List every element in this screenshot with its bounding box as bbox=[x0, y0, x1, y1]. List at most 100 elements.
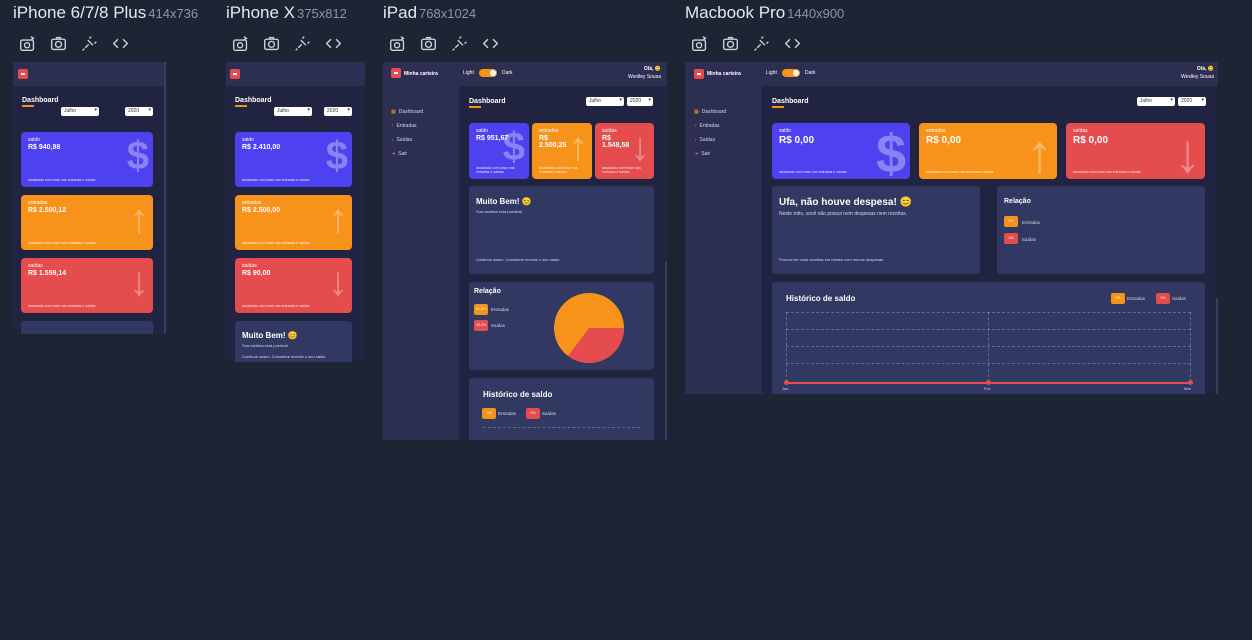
saidas-legend: Saídas bbox=[1022, 237, 1037, 242]
device-toolbar bbox=[231, 34, 342, 52]
card-label: saldo bbox=[242, 137, 254, 143]
card-label: entradas bbox=[539, 128, 559, 134]
x-tick-label: Jan bbox=[782, 386, 789, 391]
menu-saidas[interactable]: ↓ Saídas bbox=[391, 137, 412, 143]
x-tick-label: Mar bbox=[1184, 386, 1191, 391]
sidebar: Minha carteira ▦ Dashboard ↑ Entradas ↓ Saí… bbox=[685, 62, 762, 394]
user-name: Weslley Sousa bbox=[628, 74, 661, 80]
message-foot: Procure ter mais receitas em meses com m… bbox=[779, 257, 885, 262]
header: Light Dark Olá, 😊 Weslley Sousa bbox=[762, 62, 1218, 86]
saidas-legend: Saídas bbox=[1172, 296, 1187, 301]
scrollbar[interactable] bbox=[1216, 298, 1218, 394]
menu-sair[interactable]: ⇥ Sair bbox=[391, 151, 407, 157]
message-subtitle: Sua carteira está positiva! bbox=[476, 209, 523, 214]
code-icon[interactable] bbox=[324, 34, 342, 52]
entradas-swatch: 0% bbox=[482, 408, 496, 419]
x-tick-label: Fev bbox=[984, 386, 991, 391]
camera-icon[interactable] bbox=[49, 34, 67, 52]
arrow-up-icon: ↑ bbox=[1026, 124, 1053, 179]
plug-icon[interactable] bbox=[450, 34, 468, 52]
card-label: entradas bbox=[28, 200, 48, 206]
card-value: R$ 90,00 bbox=[242, 270, 271, 277]
historico-panel: Histórico de saldo 0% Entradas 0% Saídas… bbox=[772, 282, 1205, 394]
card-value: R$ 0,00 bbox=[926, 135, 962, 146]
menu-entradas[interactable]: ↑ Entradas bbox=[694, 123, 720, 129]
message-foot: Continue assim. Considere investir o seu… bbox=[242, 354, 327, 359]
rotate-camera-icon[interactable] bbox=[231, 34, 249, 52]
device-toolbar bbox=[18, 34, 129, 52]
message-title: Muito Bem! 😊 bbox=[242, 331, 298, 340]
year-select[interactable]: 2020 bbox=[1178, 97, 1206, 106]
card-foot: atualizado com base nas entradas e saída… bbox=[926, 170, 994, 174]
grid-line bbox=[1190, 312, 1191, 382]
menu-saidas[interactable]: ↓ Saídas bbox=[694, 137, 715, 143]
theme-light-label: Light bbox=[766, 70, 777, 76]
scrollbar[interactable] bbox=[164, 62, 166, 334]
theme-dark-label: Dark bbox=[502, 70, 513, 76]
camera-icon[interactable] bbox=[262, 34, 280, 52]
saidas-legend: Saídas bbox=[542, 411, 557, 416]
year-select[interactable]: 2020 bbox=[125, 107, 153, 116]
message-subtitle: Neste mês, você não possui nem despesas … bbox=[779, 211, 908, 217]
rotate-camera-icon[interactable] bbox=[18, 34, 36, 52]
page-title: Dashboard bbox=[469, 98, 506, 108]
message-foot: Continue assim. Considere investir o seu… bbox=[476, 257, 561, 262]
card-value: R$ 2.410,00 bbox=[242, 144, 281, 151]
card-foot: atualizado com base nas entradas e saída… bbox=[28, 304, 96, 308]
logo-icon bbox=[391, 68, 401, 78]
card-saidas: saídas R$ 90,00 atualizado com base nas … bbox=[235, 258, 352, 313]
month-select[interactable]: Julho bbox=[61, 107, 99, 116]
card-value: R$ 2.500,12 bbox=[28, 207, 67, 214]
saidas-swatch: 38.2% bbox=[474, 320, 488, 331]
menu-sair[interactable]: ⇥ Sair bbox=[694, 151, 710, 157]
card-saidas: saídas R$ 1.559,14 atualizado com base n… bbox=[21, 258, 153, 313]
card-entradas: entradas R$ 2.500,00 atualizado com base… bbox=[235, 195, 352, 250]
relacao-panel: Relação 0% Entradas 0% Saídas bbox=[997, 186, 1205, 274]
logo-text: Minha carteira bbox=[404, 71, 438, 77]
card-label: saídas bbox=[242, 263, 257, 269]
scrollbar[interactable] bbox=[665, 262, 667, 440]
code-icon[interactable] bbox=[783, 34, 801, 52]
year-select[interactable]: 2020 bbox=[324, 107, 352, 116]
menu-dashboard[interactable]: ▦ Dashboard bbox=[391, 109, 423, 115]
entradas-legend: Entradas bbox=[1022, 220, 1041, 225]
data-point bbox=[1188, 380, 1193, 385]
card-label: saídas bbox=[28, 263, 43, 269]
month-select[interactable]: Julho bbox=[1137, 97, 1175, 106]
sidebar: Minha carteira ▦ Dashboard ↑ Entradas ↓ Saí… bbox=[383, 62, 459, 440]
rotate-camera-icon[interactable] bbox=[690, 34, 708, 52]
rotate-camera-icon[interactable] bbox=[388, 34, 406, 52]
card-value: R$ 2.500,00 bbox=[242, 207, 281, 214]
camera-icon[interactable] bbox=[721, 34, 739, 52]
plug-icon[interactable] bbox=[80, 34, 98, 52]
code-icon[interactable] bbox=[111, 34, 129, 52]
year-select[interactable]: 2020 bbox=[627, 97, 653, 106]
device-title: Macbook Pro 1440x900 bbox=[685, 3, 845, 22]
plug-icon[interactable] bbox=[293, 34, 311, 52]
data-point bbox=[986, 380, 991, 385]
entradas-legend: Entradas bbox=[1127, 296, 1146, 301]
dollar-icon: $ bbox=[325, 134, 348, 178]
arrow-up-icon: ↑ bbox=[328, 197, 348, 241]
card-foot: atualizado com base nas entradas e saída… bbox=[28, 241, 96, 245]
card-value: R$ 0,00 bbox=[1073, 135, 1109, 146]
dollar-icon: $ bbox=[502, 125, 525, 169]
theme-light-label: Light bbox=[463, 70, 474, 76]
plug-icon[interactable] bbox=[752, 34, 770, 52]
card-entradas: entradas R$ 2.500,12 atualizado com base… bbox=[21, 195, 153, 250]
theme-toggle[interactable] bbox=[782, 69, 800, 77]
card-entradas: entradas R$ 2.500,25 atualizado com base… bbox=[532, 123, 592, 179]
theme-toggle[interactable] bbox=[479, 69, 497, 77]
card-value: R$ 940,98 bbox=[28, 144, 61, 151]
card-label: saldo bbox=[476, 128, 488, 134]
menu-dashboard[interactable]: ▦ Dashboard bbox=[694, 109, 726, 115]
month-select[interactable]: Julho bbox=[586, 97, 624, 106]
menu-entradas[interactable]: ↑ Entradas bbox=[391, 123, 417, 129]
camera-icon[interactable] bbox=[419, 34, 437, 52]
code-icon[interactable] bbox=[481, 34, 499, 52]
month-select[interactable]: Julho bbox=[274, 107, 312, 116]
saidas-swatch: 0% bbox=[1004, 233, 1018, 244]
logo-icon bbox=[694, 69, 704, 79]
message-panel: Ufa, não houve despesa! 😊 Neste mês, voc… bbox=[772, 186, 980, 274]
arrow-up-icon: ↑ bbox=[568, 125, 588, 169]
